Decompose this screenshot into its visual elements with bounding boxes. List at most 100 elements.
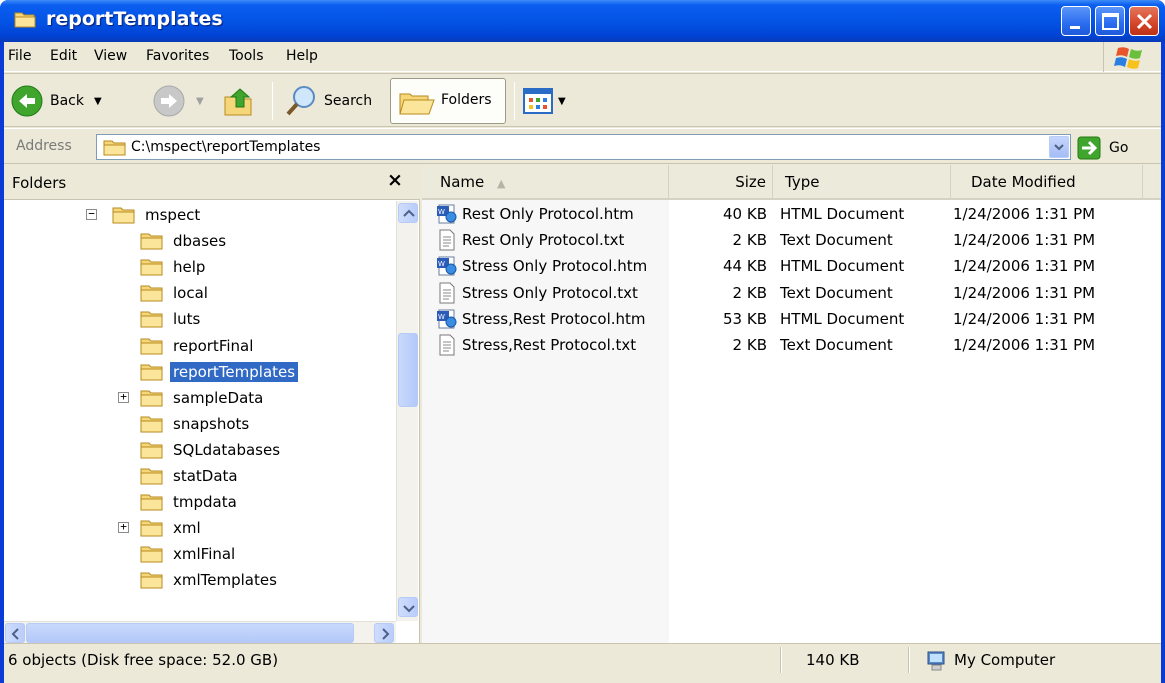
folder-icon: [140, 442, 163, 459]
file-size: 40 KB: [723, 205, 767, 223]
folders-button[interactable]: Folders: [390, 78, 506, 124]
file-size: 2 KB: [732, 284, 767, 302]
expand-icon[interactable]: +: [118, 391, 129, 403]
file-row[interactable]: W Stress Only Protocol.htm 44 KB HTML Docum…: [422, 253, 1161, 279]
scroll-thumb[interactable]: [398, 333, 418, 407]
forward-dropdown-icon[interactable]: ▼: [196, 96, 204, 107]
tree-item-label: luts: [173, 310, 201, 328]
scroll-right-button[interactable]: [374, 623, 394, 643]
chevron-down-icon: [403, 605, 415, 613]
views-button[interactable]: ▼: [522, 80, 566, 122]
folder-icon: [103, 140, 126, 156]
text-document-icon: [439, 282, 455, 304]
window-body: File Edit View Favorites Tools Help Back…: [4, 42, 1161, 683]
minimize-button[interactable]: [1061, 6, 1091, 36]
go-label: Go: [1109, 140, 1129, 156]
file-row[interactable]: W Rest Only Protocol.htm 40 KB HTML Documen…: [422, 201, 1161, 227]
scroll-down-button[interactable]: [398, 597, 418, 617]
column-name-label: Name: [440, 173, 485, 191]
column-date-modified[interactable]: Date Modified: [951, 165, 1143, 198]
file-date: 1/24/2006 1:31 PM: [953, 310, 1096, 328]
windows-flag-icon: [1114, 47, 1142, 69]
up-folder-button[interactable]: [222, 80, 258, 122]
tree-item-reportfinal[interactable]: reportFinal: [140, 333, 256, 359]
menu-tools[interactable]: Tools: [229, 48, 264, 64]
tree-item-sampledata[interactable]: + sampleData: [118, 385, 266, 411]
menu-edit[interactable]: Edit: [50, 48, 77, 64]
title-bar[interactable]: reportTemplates: [0, 0, 1165, 42]
column-type[interactable]: Type: [773, 165, 951, 198]
address-dropdown-button[interactable]: [1049, 136, 1069, 158]
chevron-down-icon: [1054, 144, 1064, 151]
file-name: Stress,Rest Protocol.txt: [462, 336, 637, 354]
tree-item-xml[interactable]: + xml: [118, 515, 204, 541]
folder-vertical-scrollbar[interactable]: [396, 201, 418, 621]
folder-icon: [112, 207, 135, 224]
file-type: HTML Document: [780, 205, 905, 223]
tree-item-statdata[interactable]: statData: [140, 463, 241, 489]
expand-icon[interactable]: +: [118, 521, 129, 533]
explorer-window: reportTemplates File Edit View Favorites…: [0, 0, 1165, 683]
menu-help[interactable]: Help: [286, 48, 318, 64]
standard-toolbar: Back ▼ ▼ Search Folders ▼: [4, 73, 1161, 127]
tree-item-label: xml: [173, 519, 201, 537]
scroll-left-button[interactable]: [5, 623, 25, 643]
address-input[interactable]: C:\mspect\reportTemplates: [96, 134, 1071, 160]
folder-icon: [140, 285, 163, 302]
maximize-button[interactable]: [1095, 6, 1125, 36]
close-pane-icon[interactable]: ×: [387, 169, 403, 191]
file-row[interactable]: Rest Only Protocol.txt 2 KB Text Document 1…: [422, 227, 1161, 253]
tree-item-local[interactable]: local: [140, 280, 211, 306]
column-type-label: Type: [785, 173, 820, 191]
tree-item-snapshots[interactable]: snapshots: [140, 411, 252, 437]
tree-item-label: mspect: [145, 206, 201, 224]
window-title: reportTemplates: [46, 8, 223, 30]
tree-item-xmltemplates[interactable]: xmlTemplates: [140, 567, 280, 593]
file-name: Stress Only Protocol.htm: [462, 257, 648, 275]
views-dropdown-icon[interactable]: ▼: [558, 96, 566, 107]
up-folder-icon: [224, 88, 252, 116]
go-button[interactable]: Go: [1077, 135, 1128, 161]
scroll-up-button[interactable]: [398, 203, 418, 223]
menu-file[interactable]: File: [8, 48, 31, 64]
text-document-icon: [439, 229, 455, 251]
file-row[interactable]: W Stress,Rest Protocol.htm 53 KB HTML Docum…: [422, 306, 1161, 332]
menu-favorites[interactable]: Favorites: [146, 48, 209, 64]
horizontal-scroll-thumb[interactable]: [26, 623, 354, 643]
tree-item-label: help: [173, 258, 206, 276]
menu-bar: File Edit View Favorites Tools Help: [4, 42, 1161, 72]
folder-horizontal-scrollbar[interactable]: [4, 621, 396, 643]
close-button[interactable]: [1129, 6, 1159, 36]
file-row[interactable]: Stress,Rest Protocol.txt 2 KB Text Documen…: [422, 332, 1161, 358]
tree-item-reporttemplates[interactable]: reportTemplates: [140, 359, 299, 385]
file-size: 2 KB: [732, 336, 767, 354]
search-button[interactable]: Search: [284, 80, 372, 122]
go-arrow-icon: [1077, 136, 1101, 160]
file-row[interactable]: Stress Only Protocol.txt 2 KB Text Documen…: [422, 280, 1161, 306]
tree-item-luts[interactable]: luts: [140, 306, 203, 332]
html-document-icon: W: [437, 309, 457, 329]
back-button[interactable]: Back ▼: [10, 80, 102, 122]
folder-icon: [140, 390, 163, 407]
tree-item-label: statData: [173, 467, 238, 485]
sort-ascending-icon: ▲: [497, 177, 506, 190]
folder-icon: [14, 12, 36, 28]
menu-view[interactable]: View: [94, 48, 127, 64]
tree-item-help[interactable]: help: [140, 254, 208, 280]
tree-item-tmpdata[interactable]: tmpdata: [140, 489, 240, 515]
folder-icon: [140, 259, 163, 276]
tree-item-mspect[interactable]: − mspect: [86, 202, 203, 228]
back-dropdown-icon[interactable]: ▼: [94, 96, 102, 107]
windows-logo: [1103, 42, 1155, 72]
tree-item-label: dbases: [173, 232, 227, 250]
chevron-up-icon: [403, 209, 415, 217]
collapse-icon[interactable]: −: [86, 208, 97, 220]
tree-item-dbases[interactable]: dbases: [140, 228, 229, 254]
file-size: 2 KB: [732, 231, 767, 249]
column-size[interactable]: Size: [669, 165, 773, 198]
tree-item-sqldatabases[interactable]: SQLdatabases: [140, 437, 283, 463]
forward-button[interactable]: ▼: [152, 80, 204, 122]
column-name[interactable]: Name ▲: [422, 165, 669, 198]
tree-item-xmlfinal[interactable]: xmlFinal: [140, 541, 238, 567]
file-type: Text Document: [780, 336, 893, 354]
